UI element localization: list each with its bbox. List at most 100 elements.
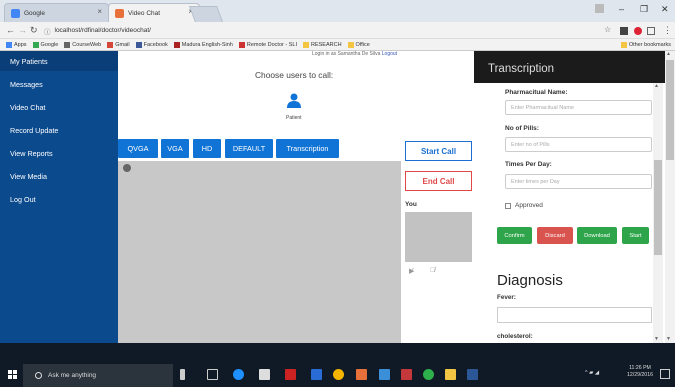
sidebar-item-view-media[interactable]: View Media [10,172,47,181]
microphone-icon[interactable] [180,369,185,380]
scroll-down-arrow-icon[interactable]: ▼ [654,336,659,342]
maximize-icon[interactable]: ❐ [640,4,648,15]
start-call-button[interactable]: Start Call [405,141,472,161]
url-text: localhost/rdfinal/doctor/videochat/ [54,27,151,34]
sidebar-item-view-reports[interactable]: View Reports [10,149,53,158]
word-icon[interactable] [467,369,478,380]
bookmark-gmail[interactable]: Gmail [107,41,130,48]
extension-icon[interactable] [634,27,642,35]
sidebar-item-record-update[interactable]: Record Update [10,126,58,135]
approved-checkbox[interactable] [505,203,511,209]
app-icon[interactable] [379,369,390,380]
system-tray-icons[interactable]: ^ ▰ ◢ [585,370,599,376]
scroll-up-arrow-icon[interactable]: ▲ [654,83,659,89]
panel-scrollbar-thumb[interactable] [654,160,662,255]
video-chat-favicon-icon [115,8,124,18]
cholesterol-label: cholesterol: [497,333,533,340]
remote-doctor-icon [238,41,245,48]
fever-input[interactable] [497,307,652,323]
bookmark-remote-doctor[interactable]: Remote Doctor - SLI [238,41,297,48]
bookmark-other[interactable]: Other bookmarks [620,41,671,48]
transcription-button[interactable]: Transcription [276,139,339,158]
tab-google[interactable]: Google × [4,3,109,22]
extension-icon[interactable] [620,27,628,35]
reload-icon[interactable]: ↻ [30,25,38,36]
bookmarks-bar: Apps Google CourseWeb Gmail Facebook Mad… [0,39,675,51]
taskbar-search[interactable]: Ask me anything [23,364,173,387]
default-button[interactable]: DEFAULT [225,139,273,158]
video-status-indicator [123,164,131,172]
sidebar-item-messages[interactable]: Messages [10,80,43,89]
forward-arrow-icon[interactable]: → [18,25,27,35]
user-profile-icon[interactable] [595,4,604,13]
folder-icon [302,41,309,48]
camera-off-icon[interactable]: ▶̸ [409,267,414,275]
task-view-icon[interactable] [207,369,218,380]
page-scroll-up-icon[interactable]: ▲ [666,51,671,57]
sidebar-item-video-chat[interactable]: Video Chat [10,103,45,112]
no-of-pills-input[interactable]: Enter no of Pills [505,137,652,152]
menu-kebab-icon[interactable]: ⋮ [663,25,672,36]
transcription-title: Transcription [488,63,555,75]
no-of-pills-label: No of Pills: [505,125,539,132]
url-field[interactable]: ⓘ localhost/rdfinal/doctor/videochat/ [44,24,624,37]
download-button[interactable]: Download [577,227,617,244]
page-scrollbar-thumb[interactable] [666,60,674,160]
window-close-icon[interactable]: ✕ [661,4,669,15]
gmail-icon [107,41,114,48]
windows-start-icon[interactable] [8,370,17,379]
app-icon[interactable] [285,369,296,380]
minimize-icon[interactable]: – [619,4,624,14]
google-favicon-icon [11,8,20,18]
local-video [405,212,472,262]
chrome-icon[interactable] [333,369,344,380]
start-button[interactable]: Start [622,227,649,244]
store-icon[interactable] [259,369,270,380]
tab-video-chat[interactable]: Video Chat × [108,3,200,22]
new-tab-button[interactable] [189,6,223,22]
confirm-button[interactable]: Confirm [497,227,532,244]
discard-button[interactable]: Discard [537,227,573,244]
powerpoint-icon[interactable] [401,369,412,380]
back-arrow-icon[interactable]: ← [6,25,15,35]
bookmark-apps[interactable]: Apps [6,41,27,48]
notification-icon[interactable] [660,369,670,379]
patient-label[interactable]: Patient [286,115,302,121]
end-call-button[interactable]: End Call [405,171,472,191]
hd-button[interactable]: HD [193,139,221,158]
remote-video [118,161,401,343]
qvga-button[interactable]: QVGA [118,139,158,158]
clock-date: 12/29/2016 [627,372,653,378]
bookmark-courseweb[interactable]: CourseWeb [64,41,101,48]
app-icon[interactable] [423,369,434,380]
mic-off-icon[interactable]: 🎙̸ [430,267,435,274]
app-icon[interactable] [356,369,367,380]
address-bar: ← → ↻ ⓘ localhost/rdfinal/doctor/videoch… [0,22,675,39]
app-icon[interactable] [311,369,322,380]
bookmark-google[interactable]: Google [32,41,58,48]
close-icon[interactable]: × [97,7,102,16]
page-scroll-down-icon[interactable]: ▼ [666,336,671,342]
sidebar-item-my-patients[interactable]: My Patients [10,57,48,66]
facebook-icon [135,41,142,48]
pharmaceutical-name-label: Pharmacitual Name: [505,89,568,96]
bookmark-research[interactable]: RESEARCH [302,41,342,48]
times-per-day-input[interactable]: Enter times per Day [505,174,652,189]
browser-tab-bar: Google × Video Chat × – ❐ ✕ [0,0,675,22]
file-explorer-icon[interactable] [445,369,456,380]
edge-icon[interactable] [233,369,244,380]
bookmark-facebook[interactable]: Facebook [135,41,168,48]
bookmark-madura[interactable]: Madura English-Sinh [173,41,233,48]
fever-label: Fever: [497,294,516,301]
pharmaceutical-name-input[interactable]: Enter Pharmacitual Name [505,100,652,115]
taskbar-clock[interactable]: 11:26 PM 12/29/2016 [627,365,653,379]
star-icon[interactable]: ☆ [604,25,611,34]
bookmark-office[interactable]: Office [347,41,370,48]
extension-icon[interactable] [647,27,655,35]
logout-link[interactable]: Logout [382,51,397,57]
vga-button[interactable]: VGA [161,139,189,158]
you-label: You [405,201,417,208]
search-placeholder: Ask me anything [48,372,97,379]
patient-user-icon[interactable] [287,93,301,108]
sidebar-item-log-out[interactable]: Log Out [10,195,36,204]
